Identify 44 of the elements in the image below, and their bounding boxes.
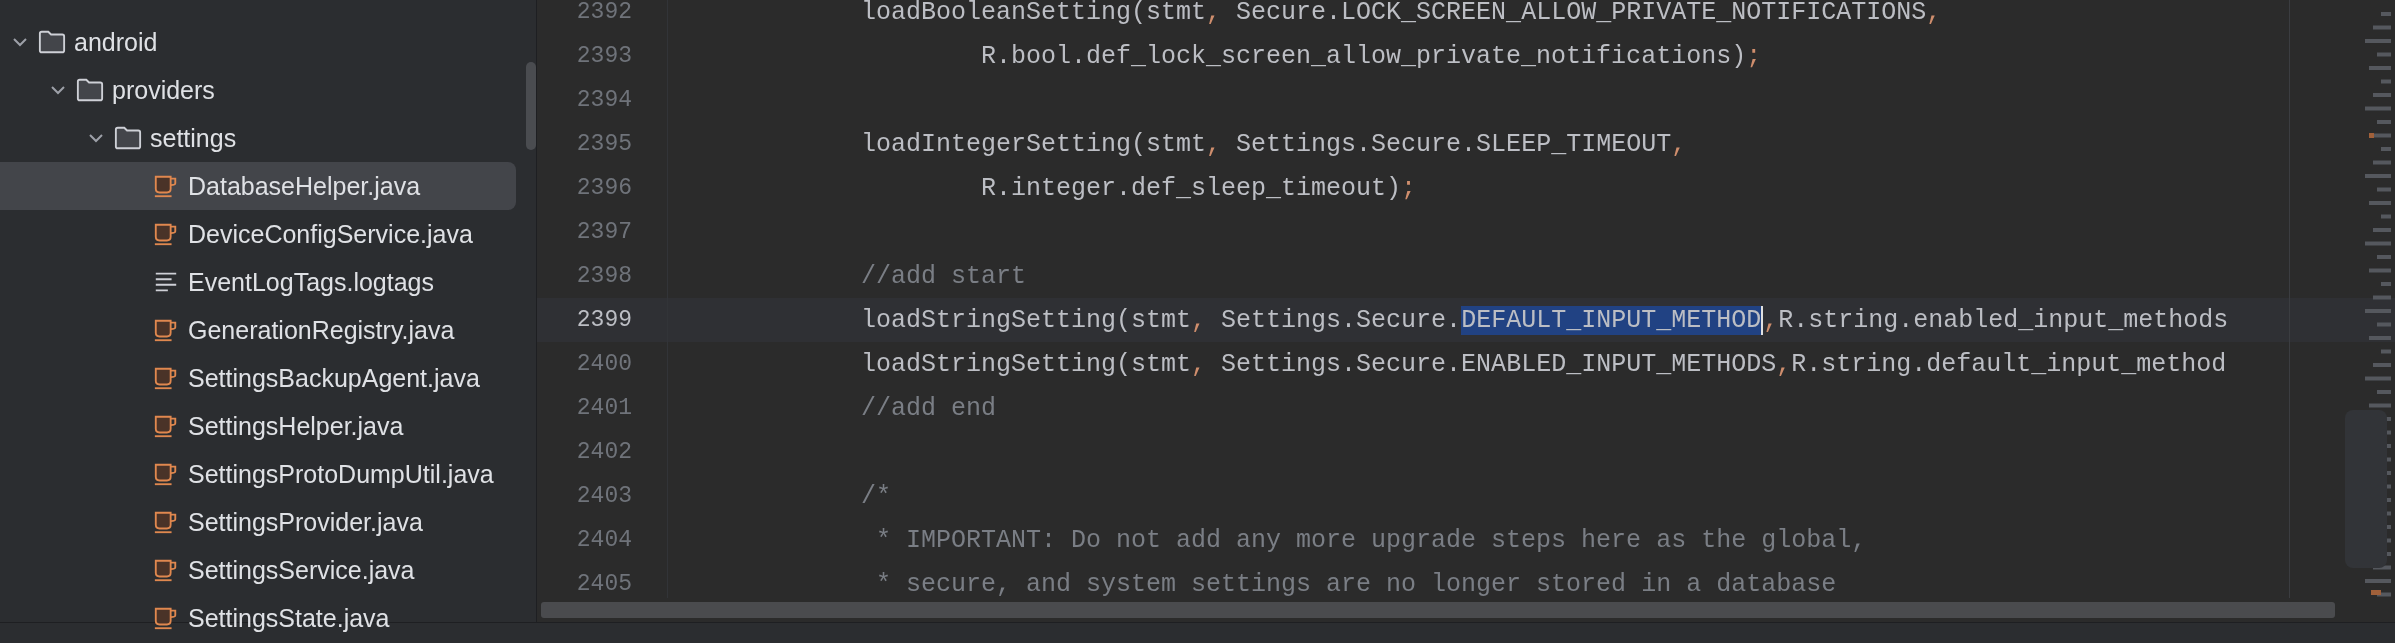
tree-item[interactable]: EventLogTags.logtags [0, 258, 516, 306]
scrollbar-thumb[interactable] [2345, 410, 2387, 568]
line-number: 2403 [575, 483, 632, 509]
tree-item[interactable]: SettingsState.java [0, 594, 516, 642]
folder-icon [38, 29, 66, 55]
line-number: 2405 [575, 571, 632, 597]
line-number: 2397 [575, 219, 632, 245]
line-number: 2393 [575, 43, 632, 69]
line-number: 2401 [575, 395, 632, 421]
code-line: //add end [861, 393, 997, 423]
line-number: 2395 [575, 131, 632, 157]
line-number: 2400 [575, 351, 632, 377]
tree-item[interactable]: SettingsService.java [0, 546, 516, 594]
code-line: loadStringSetting(stmt, Settings.Secure.ENABLED_INPUT_METHODS,R.string.default_input_method [861, 349, 2227, 379]
code-line: /* [861, 481, 891, 511]
code-line: * secure, and system settings are no longer stored in a database [875, 569, 1837, 598]
tree-item[interactable]: DatabaseHelper.java [0, 162, 516, 210]
line-number: 2394 [575, 87, 632, 113]
line-number: 2399 [575, 307, 632, 333]
line-number: 2396 [575, 175, 632, 201]
code-line: loadBooleanSetting(stmt, Secure.LOCK_SCREEN_ALLOW_PRIVATE_NOTIFICATIONS, [861, 0, 1942, 27]
code-line: //add start [861, 261, 1027, 291]
tree-item[interactable]: DeviceConfigService.java [0, 210, 516, 258]
code-line: loadStringSetting(stmt, Settings.Secure.DEFAULT_INPUT_METHOD,R.string.enabled_input_methods [861, 305, 2229, 335]
line-number: 2392 [575, 0, 632, 25]
code-line: R.bool.def_lock_screen_allow_private_notifications); [980, 41, 1762, 71]
folder-icon [114, 125, 142, 151]
line-number: 2402 [575, 439, 632, 465]
scrollbar-thumb[interactable] [526, 62, 536, 150]
tree-item[interactable]: GenerationRegistry.java [0, 306, 516, 354]
code-line: loadIntegerSetting(stmt, Settings.Secure.SLEEP_TIMEOUT, [861, 129, 1687, 159]
line-number: 2398 [575, 263, 632, 289]
tree-item[interactable]: SettingsProtoDumpUtil.java [0, 450, 516, 498]
scrollbar-thumb[interactable] [541, 602, 2335, 618]
tree-item[interactable]: SettingsBackupAgent.java [0, 354, 516, 402]
tree-item[interactable]: providers [0, 66, 516, 114]
tree-item[interactable]: settings [0, 114, 516, 162]
tree-item[interactable]: android [0, 18, 516, 66]
tree-item[interactable]: SettingsHelper.java [0, 402, 516, 450]
code-line: * IMPORTANT: Do not add any more upgrade steps here as the global, [875, 525, 1867, 555]
line-number: 2404 [575, 527, 632, 553]
code-line: R.integer.def_sleep_timeout); [980, 173, 1417, 203]
folder-icon [76, 77, 104, 103]
tree-item[interactable]: SettingsProvider.java [0, 498, 516, 546]
